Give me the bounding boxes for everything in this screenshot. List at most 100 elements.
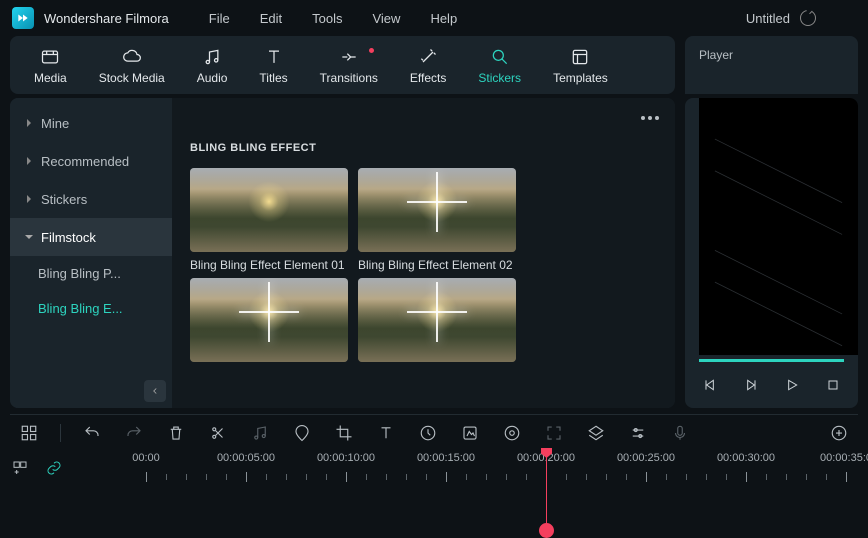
ruler-label: 00:00:25:00 (617, 452, 675, 464)
text-button[interactable] (375, 422, 397, 444)
player-controls (685, 370, 858, 408)
marker-button[interactable] (291, 422, 313, 444)
tab-label: Audio (197, 71, 228, 85)
stickers-icon (489, 46, 511, 68)
effects-icon (417, 46, 439, 68)
timeline-ruler[interactable]: 00:0000:00:05:0000:00:10:0000:00:15:0000… (106, 452, 858, 488)
player-progress[interactable] (699, 359, 844, 362)
sticker-card[interactable] (358, 278, 516, 368)
tab-transitions[interactable]: Transitions (304, 46, 394, 85)
browser-panel: Mine Recommended Stickers Filmstock Blin… (10, 98, 675, 408)
stop-button[interactable] (823, 374, 842, 396)
sticker-label: Bling Bling Effect Element 01 (190, 258, 348, 272)
title-bar: Wondershare Filmora File Edit Tools View… (0, 0, 868, 36)
section-title: BLING BLING EFFECT (172, 138, 675, 168)
text-icon (263, 46, 285, 68)
menu-file[interactable]: File (209, 11, 230, 26)
keyframe-button[interactable] (501, 422, 523, 444)
sticker-thumbnail (190, 278, 348, 362)
tab-stickers[interactable]: Stickers (462, 46, 537, 85)
timeline[interactable]: 00:0000:00:05:0000:00:10:0000:00:15:0000… (10, 452, 858, 524)
mixer-button[interactable] (828, 422, 850, 444)
play-button[interactable] (783, 374, 802, 396)
menu-bar: File Edit Tools View Help (209, 11, 457, 26)
app-logo (12, 7, 34, 29)
timeline-toolbar (10, 414, 858, 450)
tab-label: Templates (553, 71, 608, 85)
tab-templates[interactable]: Templates (537, 46, 624, 85)
app-title: Wondershare Filmora (44, 11, 169, 26)
sticker-label: Bling Bling Effect Element 02 (358, 258, 516, 272)
redo-button[interactable] (123, 422, 145, 444)
project-title-wrap: Untitled (746, 10, 816, 26)
sticker-card[interactable] (190, 278, 348, 368)
tab-label: Titles (259, 71, 287, 85)
player-panel-body (685, 98, 858, 408)
templates-icon (569, 46, 591, 68)
sidebar-item-stickers[interactable]: Stickers (10, 180, 172, 218)
player-canvas[interactable] (699, 98, 858, 355)
tab-media[interactable]: Media (18, 46, 83, 85)
audio-detach-button[interactable] (249, 422, 271, 444)
tab-stock-media[interactable]: Stock Media (83, 46, 181, 85)
tab-titles[interactable]: Titles (243, 46, 303, 85)
sticker-card[interactable]: Bling Bling Effect Element 01 (190, 168, 348, 272)
sidebar-item-filmstock[interactable]: Filmstock (10, 218, 172, 256)
tab-label: Stickers (478, 71, 521, 85)
separator (60, 424, 61, 442)
voice-button[interactable] (669, 422, 691, 444)
more-options-button[interactable] (641, 116, 659, 120)
layout-button[interactable] (18, 422, 40, 444)
tab-label: Media (34, 71, 67, 85)
color-button[interactable] (459, 422, 481, 444)
track-add-button[interactable] (10, 458, 30, 478)
media-icon (39, 46, 61, 68)
sticker-thumbnail (190, 168, 348, 252)
ruler-label: 00:00:35:0 (820, 452, 868, 464)
transitions-icon (338, 46, 360, 68)
undo-button[interactable] (81, 422, 103, 444)
ruler-label: 00:00 (132, 452, 160, 464)
ruler-label: 00:00:10:00 (317, 452, 375, 464)
sidebar-item-mine[interactable]: Mine (10, 104, 172, 142)
adjust-button[interactable] (627, 422, 649, 444)
ruler-label: 00:00:30:00 (717, 452, 775, 464)
cloud-icon (121, 46, 143, 68)
content-topbar (172, 98, 675, 138)
project-title[interactable]: Untitled (746, 11, 790, 26)
link-button[interactable] (44, 458, 64, 478)
playhead[interactable] (546, 450, 547, 530)
speed-button[interactable] (417, 422, 439, 444)
sidebar-item-label: Recommended (41, 154, 129, 169)
tab-label: Effects (410, 71, 446, 85)
sidebar-item-label: Mine (41, 116, 69, 131)
sidebar: Mine Recommended Stickers Filmstock Blin… (10, 98, 172, 408)
split-button[interactable] (207, 422, 229, 444)
sidebar-sub-bling-pack[interactable]: Bling Bling P... (10, 256, 160, 291)
sidebar-collapse-button[interactable] (144, 380, 166, 402)
tab-effects[interactable]: Effects (394, 46, 462, 85)
sidebar-item-recommended[interactable]: Recommended (10, 142, 172, 180)
content-area: BLING BLING EFFECT Bling Bling Effect El… (172, 98, 675, 408)
menu-view[interactable]: View (372, 11, 400, 26)
sidebar-sub-bling-effect[interactable]: Bling Bling E... (10, 291, 160, 326)
render-button[interactable] (585, 422, 607, 444)
menu-help[interactable]: Help (430, 11, 457, 26)
player-panel: Player (685, 36, 858, 94)
sticker-grid: Bling Bling Effect Element 01 Bling Blin… (172, 168, 675, 368)
sidebar-item-label: Stickers (41, 192, 87, 207)
delete-button[interactable] (165, 422, 187, 444)
fullscreen-button[interactable] (543, 422, 565, 444)
sticker-card[interactable]: Bling Bling Effect Element 02 (358, 168, 516, 272)
sidebar-item-label: Filmstock (41, 230, 96, 245)
menu-tools[interactable]: Tools (312, 11, 342, 26)
crop-button[interactable] (333, 422, 355, 444)
next-frame-button[interactable] (742, 374, 761, 396)
mode-tabs: Media Stock Media Audio Titles Transitio… (10, 36, 675, 94)
menu-edit[interactable]: Edit (260, 11, 282, 26)
tab-audio[interactable]: Audio (181, 46, 244, 85)
music-icon (201, 46, 223, 68)
prev-frame-button[interactable] (701, 374, 720, 396)
project-status-icon[interactable] (800, 10, 816, 26)
tab-label: Stock Media (99, 71, 165, 85)
